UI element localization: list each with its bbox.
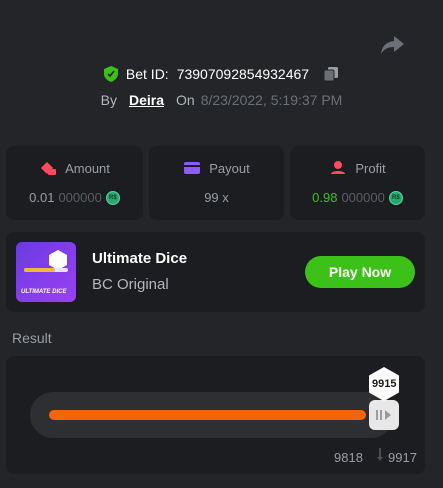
amount-card: Amount 0.01 000000 R$ — [6, 146, 143, 220]
thumb-slider — [24, 268, 68, 272]
amount-value-dim: 000000 — [58, 190, 102, 205]
coin-icon: R$ — [105, 190, 120, 205]
payout-icon — [184, 162, 201, 174]
game-thumbnail[interactable]: ULTIMATE DICE — [16, 242, 76, 302]
thumb-title: ULTIMATE DICE — [21, 289, 67, 295]
shield-icon — [103, 66, 118, 82]
on-label: On — [176, 92, 195, 108]
hexagon-icon — [49, 250, 67, 270]
play-now-button[interactable]: Play Now — [305, 256, 415, 288]
profit-card: Profit 0.98 000000 R$ — [290, 146, 425, 220]
result-label: Result — [12, 330, 52, 346]
profit-value-dim: 000000 — [341, 190, 385, 205]
payout-value: 99 x — [204, 190, 229, 205]
profit-icon — [331, 161, 346, 174]
game-title: Ultimate Dice — [92, 250, 188, 267]
range-low: 9818 — [334, 450, 363, 465]
amount-label: Amount — [65, 160, 110, 176]
bet-date: 8/23/2022, 5:19:37 PM — [200, 92, 343, 108]
slider-handle-icon[interactable] — [369, 400, 400, 430]
game-card: ULTIMATE DICE Ultimate Dice BC Original … — [6, 232, 425, 312]
amount-icon — [41, 162, 57, 175]
payout-label: Payout — [209, 160, 250, 176]
author-link[interactable]: Deira — [129, 92, 164, 108]
result-slider-fill — [49, 410, 367, 420]
range-tick-icon — [377, 448, 383, 461]
bet-id-label: Bet ID: — [125, 66, 169, 82]
profit-label: Profit — [355, 160, 386, 176]
bet-details-page: Bet ID: 73907092854932467 By Deira On 8/… — [0, 0, 443, 488]
by-label: By — [100, 92, 117, 108]
game-subtitle: BC Original — [92, 276, 169, 293]
range-high: 9917 — [388, 450, 417, 465]
amount-value-main: 0.01 — [29, 190, 55, 205]
payout-card: Payout 99 x — [149, 146, 284, 220]
result-card: 9915 9818 9917 — [6, 356, 425, 474]
result-slider-track — [30, 392, 400, 438]
result-marker-value: 9915 — [372, 378, 397, 390]
bet-id-value: 73907092854932467 — [176, 66, 310, 82]
copy-icon[interactable] — [323, 66, 339, 82]
author-row: By Deira On 8/23/2022, 5:19:37 PM — [0, 92, 443, 108]
profit-value-main: 0.98 — [312, 190, 338, 205]
bet-id-row: Bet ID: 73907092854932467 — [0, 66, 443, 82]
result-marker: 9915 — [366, 366, 402, 402]
coin-icon: R$ — [388, 190, 403, 205]
share-icon[interactable] — [380, 34, 406, 56]
